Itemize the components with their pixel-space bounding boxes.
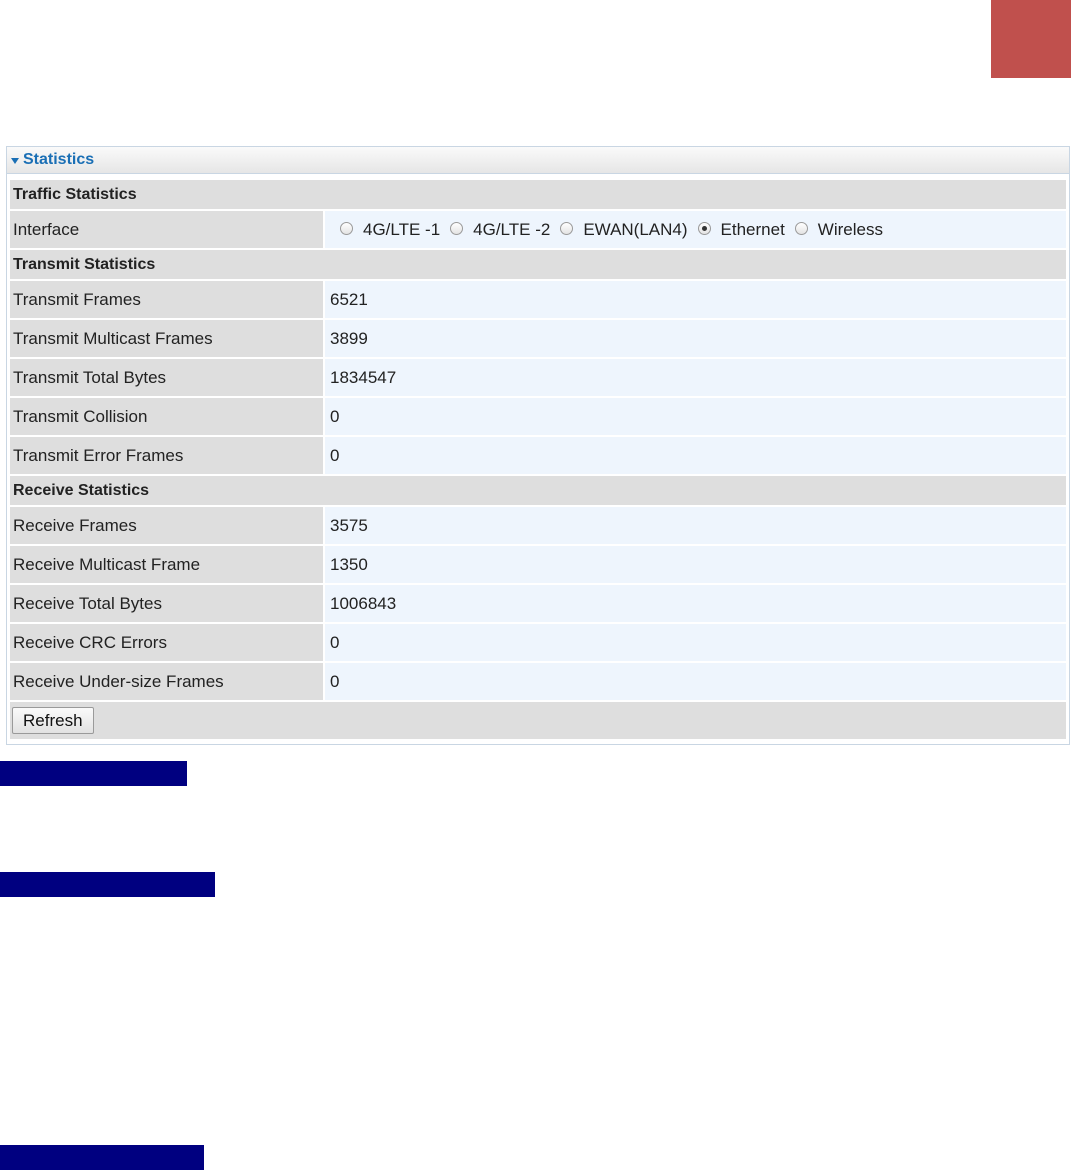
radio-label: EWAN(LAN4) xyxy=(583,219,688,239)
radio-button[interactable] xyxy=(794,222,808,235)
statistics-table: Traffic Statistics Interface 4G/LTE -1 4… xyxy=(10,180,1066,739)
radio-option-4g-lte-2[interactable]: 4G/LTE -2 xyxy=(450,220,550,240)
row-label: Transmit Frames xyxy=(10,281,323,318)
row-label: Receive Frames xyxy=(10,507,323,544)
radio-label: Ethernet xyxy=(720,219,785,239)
table-row: Receive Multicast Frame 1350 xyxy=(10,546,1066,583)
corner-decoration xyxy=(991,0,1071,78)
section-transmit-statistics: Transmit Statistics xyxy=(10,250,1066,279)
row-label: Transmit Multicast Frames xyxy=(10,320,323,357)
radio-option-ethernet[interactable]: Ethernet xyxy=(697,219,785,240)
table-row: Receive Total Bytes 1006843 xyxy=(10,585,1066,622)
table-row: Transmit Frames 6521 xyxy=(10,281,1066,318)
table-row: Transmit Multicast Frames 3899 xyxy=(10,320,1066,357)
row-label: Receive CRC Errors xyxy=(10,624,323,661)
radio-button[interactable] xyxy=(560,222,574,235)
statistics-panel: Statistics Traffic Statistics Interface … xyxy=(6,146,1070,745)
row-label: Receive Under-size Frames xyxy=(10,663,323,700)
table-row: Transmit Error Frames 0 xyxy=(10,437,1066,474)
table-row: Receive CRC Errors 0 xyxy=(10,624,1066,661)
row-label: Transmit Total Bytes xyxy=(10,359,323,396)
section-traffic-statistics: Traffic Statistics xyxy=(10,180,1066,209)
row-value: 0 xyxy=(325,437,1066,474)
interface-row: Interface 4G/LTE -1 4G/LTE -2 EWAN(LAN4) xyxy=(10,211,1066,248)
highlight-bar xyxy=(0,872,215,897)
row-value: 0 xyxy=(325,624,1066,661)
row-label: Receive Multicast Frame xyxy=(10,546,323,583)
interface-value: 4G/LTE -1 4G/LTE -2 EWAN(LAN4) Ethernet xyxy=(325,211,1066,248)
row-label: Receive Total Bytes xyxy=(10,585,323,622)
section-receive-statistics: Receive Statistics xyxy=(10,476,1066,505)
table-row: Receive Under-size Frames 0 xyxy=(10,663,1066,700)
refresh-button[interactable]: Refresh xyxy=(12,707,94,734)
panel-title: Statistics xyxy=(23,151,95,168)
interface-label: Interface xyxy=(10,211,323,248)
table-row: Transmit Collision 0 xyxy=(10,398,1066,435)
radio-option-wireless[interactable]: Wireless xyxy=(794,219,883,240)
row-value: 1834547 xyxy=(325,359,1066,396)
highlight-bar xyxy=(0,761,187,786)
row-value: 0 xyxy=(325,663,1066,700)
interface-radio-group: 4G/LTE -1 4G/LTE -2 EWAN(LAN4) Ethernet xyxy=(330,220,893,240)
row-value: 1350 xyxy=(325,546,1066,583)
row-value: 6521 xyxy=(325,281,1066,318)
table-row: Receive Frames 3575 xyxy=(10,507,1066,544)
row-label: Transmit Error Frames xyxy=(10,437,323,474)
row-value: 0 xyxy=(325,398,1066,435)
radio-label: 4G/LTE -2 xyxy=(473,219,551,239)
row-label: Transmit Collision xyxy=(10,398,323,435)
row-value: 3575 xyxy=(325,507,1066,544)
radio-option-ewan[interactable]: EWAN(LAN4) xyxy=(560,219,688,240)
radio-button[interactable] xyxy=(340,222,353,235)
radio-button-selected[interactable] xyxy=(697,222,711,235)
radio-label: 4G/LTE -1 xyxy=(363,219,441,239)
radio-label: Wireless xyxy=(817,219,883,239)
highlight-bar xyxy=(0,1145,204,1170)
radio-option-4g-lte-1[interactable]: 4G/LTE -1 xyxy=(340,220,440,240)
table-row: Transmit Total Bytes 1834547 xyxy=(10,359,1066,396)
button-row: Refresh xyxy=(10,702,1066,739)
panel-header[interactable]: Statistics xyxy=(7,147,1069,174)
radio-button[interactable] xyxy=(450,222,464,235)
row-value: 1006843 xyxy=(325,585,1066,622)
caret-down-icon[interactable] xyxy=(11,158,19,164)
row-value: 3899 xyxy=(325,320,1066,357)
